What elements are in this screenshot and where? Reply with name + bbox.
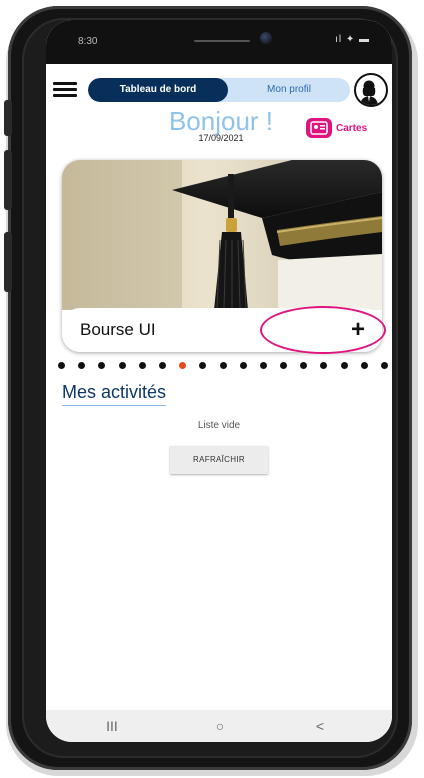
status-bar: 8:30 ıl ✦ ▬ — [46, 20, 392, 64]
card-footer: Bourse UI + — [62, 308, 382, 352]
camera-icon — [260, 32, 272, 44]
tab-profile[interactable]: Mon profil — [228, 78, 350, 102]
home-icon[interactable]: ○ — [190, 714, 250, 738]
pagination-dot[interactable] — [78, 362, 86, 369]
pagination-dot[interactable] — [280, 362, 288, 369]
power-button — [4, 232, 12, 292]
pagination-dot[interactable] — [239, 362, 247, 369]
android-nav-bar: III ○ < — [46, 710, 392, 742]
cards-button[interactable]: Cartes — [306, 118, 367, 138]
activities-title: Mes activités — [62, 382, 167, 406]
pagination-dot-active[interactable] — [179, 362, 187, 369]
pagination-dot[interactable] — [320, 362, 328, 369]
tab-dashboard[interactable]: Tableau de bord — [88, 78, 228, 102]
pagination-dot[interactable] — [340, 362, 348, 369]
carousel-pagination — [58, 362, 388, 372]
volume-up-button — [4, 100, 12, 136]
recent-apps-icon[interactable]: III — [82, 714, 142, 738]
graduation-cap-image — [62, 160, 382, 310]
pagination-dot[interactable] — [381, 362, 388, 369]
refresh-button[interactable]: RAFRAÎCHIR — [170, 446, 268, 474]
cards-label: Cartes — [336, 122, 368, 134]
empty-list-text: Liste vide — [197, 420, 241, 431]
greeting-title: Bonjour ! — [168, 106, 274, 136]
status-time: 8:30 — [78, 36, 98, 47]
card-title: Bourse UI — [80, 320, 156, 339]
app-header: Tableau de bord Mon profil — [46, 72, 392, 110]
hamburger-menu-icon[interactable] — [53, 79, 77, 101]
user-avatar-icon[interactable] — [354, 73, 388, 107]
pagination-dot[interactable] — [219, 362, 227, 369]
pagination-dot[interactable] — [259, 362, 267, 369]
pagination-dot[interactable] — [199, 362, 207, 369]
signal-wifi-battery-icon: ıl ✦ ▬ — [335, 34, 370, 45]
pagination-dot[interactable] — [118, 362, 126, 369]
plus-icon[interactable]: + — [346, 316, 370, 344]
pagination-dot[interactable] — [300, 362, 308, 369]
pagination-dot[interactable] — [158, 362, 166, 369]
pagination-dot[interactable] — [360, 362, 368, 369]
greeting-block: Bonjour ! 17/09/2021 — [156, 106, 286, 143]
back-icon[interactable]: < — [290, 714, 350, 738]
pagination-dot[interactable] — [58, 362, 65, 369]
pagination-dot[interactable] — [98, 362, 106, 369]
volume-down-button — [4, 150, 12, 210]
phone-screen: 8:30 ıl ✦ ▬ Tableau de bord Mon profil B… — [46, 20, 392, 742]
speaker-grille — [194, 40, 250, 42]
pagination-dot[interactable] — [138, 362, 146, 369]
id-card-icon — [306, 118, 332, 138]
tab-switcher: Tableau de bord Mon profil — [88, 78, 350, 102]
carousel-card[interactable]: Bourse UI + — [62, 160, 382, 352]
